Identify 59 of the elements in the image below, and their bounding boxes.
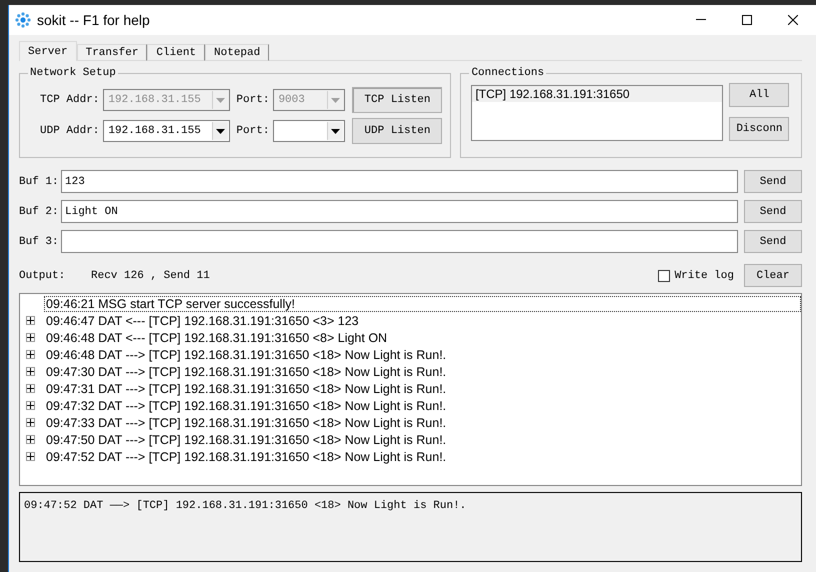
log-entry[interactable]: 09:47:31 DAT ---> [TCP] 192.168.31.191:31650 <18> Now Light is Run!. [44,380,448,396]
log-entry[interactable]: 09:47:50 DAT ---> [TCP] 192.168.31.191:31650 <18> Now Light is Run!. [44,432,448,448]
dropdown-arrow-icon [216,98,226,102]
field-label: Port: [236,94,270,106]
log-entry[interactable]: 09:46:47 DAT <--- [TCP] 192.168.31.191:31650 <3> 123 [44,312,361,328]
dropdown-arrow-icon [216,128,226,134]
send-button[interactable]: Send [744,170,802,193]
buffer-field[interactable] [61,230,738,253]
buffer-field[interactable]: 123 [61,170,738,193]
field-label: Port: [236,125,270,137]
log-entry[interactable]: 09:47:32 DAT ---> [TCP] 192.168.31.191:31650 <18> Now Light is Run!. [44,398,448,414]
group-title: Connections [470,67,546,79]
clear-button[interactable]: Clear [744,264,802,287]
window-title: sokit -- F1 for help [37,12,151,28]
log-entry[interactable]: 09:47:52 DAT ---> [TCP] 192.168.31.191:31650 <18> Now Light is Run!. [44,448,448,464]
address-dropdown[interactable]: 192.168.31.155 [103,120,230,142]
tab[interactable]: Server [19,41,77,61]
expand-icon[interactable] [26,384,35,393]
expand-icon[interactable] [26,435,35,444]
snowflake-icon [15,12,31,28]
expand-icon[interactable] [26,418,35,427]
port-dropdown[interactable] [273,120,346,142]
detail-text: 09:47:52 DAT ——> [TCP] 192.168.31.191:31650 <18> Now Light is Run!. [19,492,802,562]
close-icon[interactable] [788,15,798,25]
send-button[interactable]: Send [744,200,802,223]
listen-button[interactable]: UDP Listen [352,118,442,144]
buffer-label: Buf 1: [19,176,55,188]
log-entry[interactable]: 09:46:48 DAT ---> [TCP] 192.168.31.191:31650 <18> Now Light is Run!. [44,346,448,362]
expand-icon[interactable] [26,452,35,461]
dropdown-arrow-icon [331,98,340,102]
send-button[interactable]: Send [744,230,802,253]
dropdown-arrow-icon [331,128,340,134]
log-entry[interactable]: 09:47:30 DAT ---> [TCP] 192.168.31.191:31650 <18> Now Light is Run!. [44,364,448,380]
output-label: Output: [19,270,66,282]
buffer-field[interactable]: Light ON [61,200,738,223]
connection-item[interactable]: [TCP] 192.168.31.191:31650 [472,86,722,102]
connection-button[interactable]: Disconn [729,117,790,141]
tab[interactable]: Notepad [205,44,270,61]
buffer-label: Buf 2: [19,206,55,218]
expand-icon[interactable] [26,333,35,342]
group-title: Network Setup [29,67,117,79]
maximize-icon[interactable] [742,15,752,25]
minimize-icon[interactable] [696,19,706,21]
log-entry[interactable]: 09:46:21 MSG start TCP server successfully! [44,296,801,312]
expand-icon[interactable] [26,316,35,325]
expand-icon[interactable] [26,401,35,410]
write-log-label: Write log [674,270,734,282]
log-entry[interactable]: 09:46:48 DAT <--- [TCP] 192.168.31.191:31650 <8> Light ON [44,330,390,346]
write-log-checkbox[interactable] [658,270,670,282]
expand-icon[interactable] [26,367,35,376]
field-label: UDP Addr: [40,125,100,137]
expand-icon[interactable] [26,350,35,359]
tab[interactable]: Transfer [76,44,148,61]
traffic-stats: Recv 126 , Send 11 [91,270,211,282]
buffer-label: Buf 3: [19,236,55,248]
tab[interactable]: Client [147,44,206,61]
log-entry[interactable]: 09:47:33 DAT ---> [TCP] 192.168.31.191:31650 <18> Now Light is Run!. [44,414,448,430]
connection-button[interactable]: All [729,83,790,107]
field-label: TCP Addr: [40,94,100,106]
